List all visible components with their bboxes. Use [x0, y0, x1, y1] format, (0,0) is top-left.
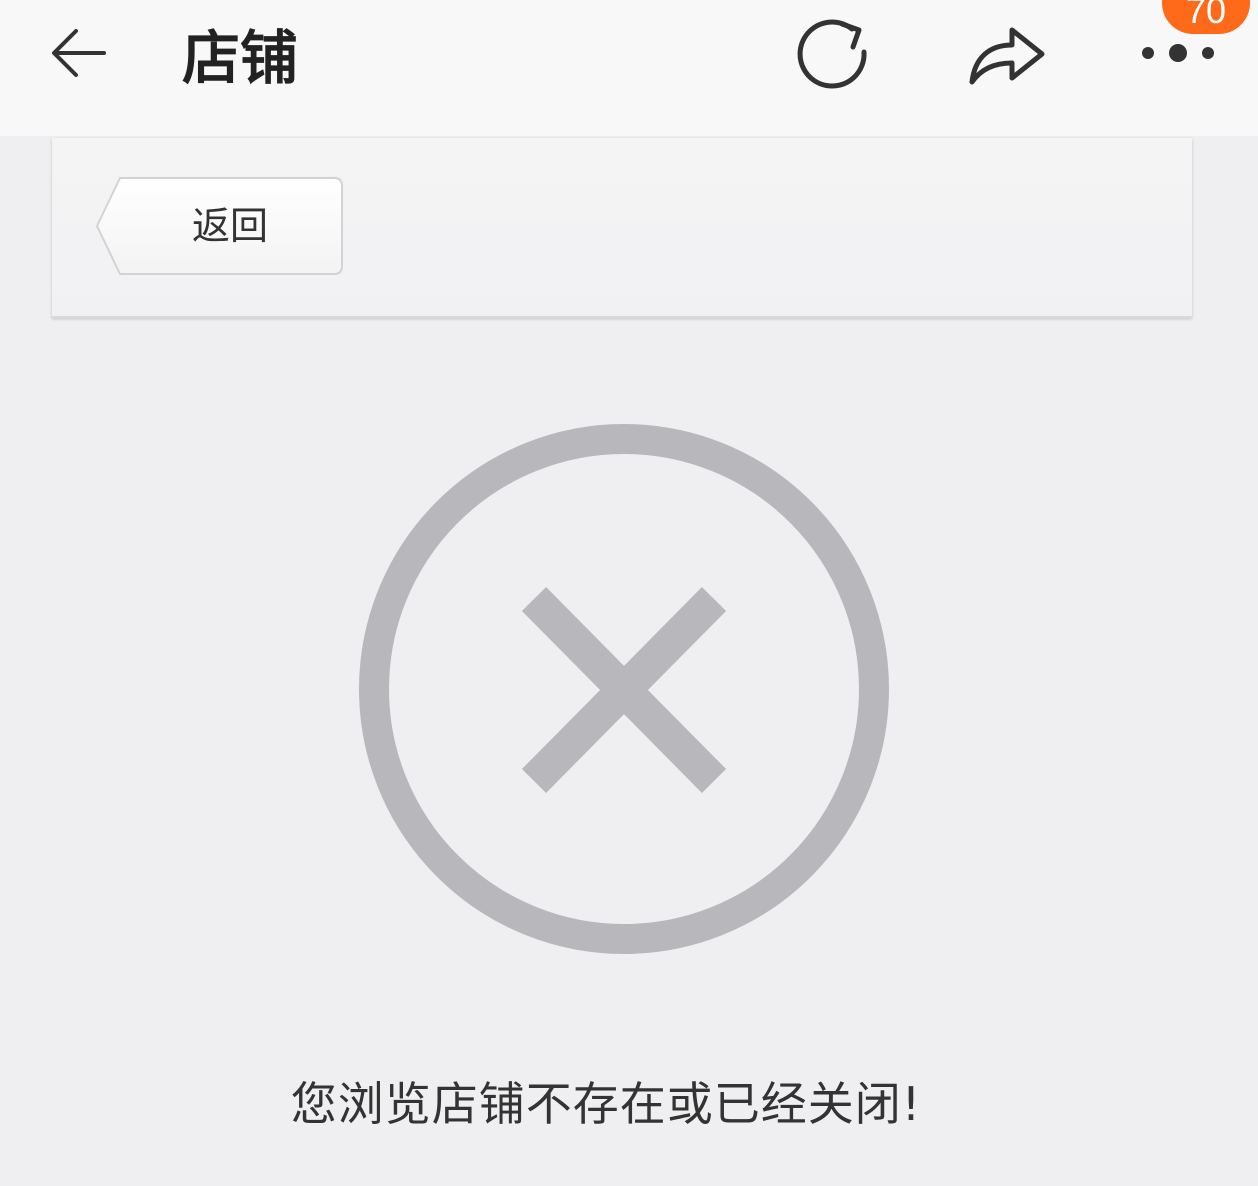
- close-circle-icon: [356, 424, 892, 958]
- top-navigation-bar: 店铺 70: [0, 0, 1258, 136]
- refresh-icon[interactable]: [790, 12, 882, 96]
- back-button-label: 返回: [192, 204, 269, 248]
- back-panel: 返回: [52, 138, 1192, 318]
- back-button[interactable]: 返回: [94, 174, 344, 278]
- store-closed-message: 您浏览店铺不存在或已经关闭!: [290, 1077, 922, 1131]
- more-icon[interactable]: [1136, 28, 1222, 78]
- store-page: 店铺 70 返回 您浏览店铺不存在或已经关闭!: [0, 0, 1258, 1186]
- notification-badge: 70: [1162, 0, 1250, 34]
- share-icon[interactable]: [960, 14, 1052, 94]
- back-arrow-icon[interactable]: [40, 18, 120, 88]
- page-title: 店铺: [182, 24, 299, 92]
